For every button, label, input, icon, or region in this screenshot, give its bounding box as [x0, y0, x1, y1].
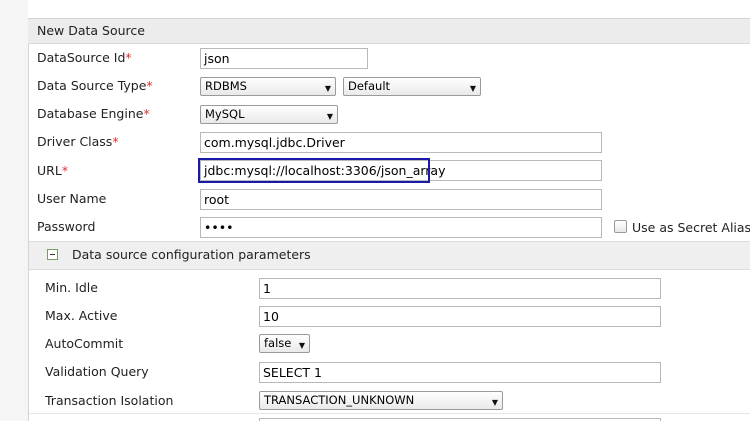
autocommit-label: AutoCommit [45, 336, 124, 351]
data-source-type-select[interactable]: RDBMS ▼ [200, 77, 336, 96]
validation-query-label: Validation Query [45, 364, 149, 379]
data-source-type-value: RDBMS [205, 79, 247, 93]
datasource-id-label: DataSource Id* [37, 50, 132, 65]
min-idle-label: Min. Idle [45, 280, 98, 295]
required-marker: * [61, 163, 69, 178]
minus-box-icon[interactable] [47, 249, 58, 260]
required-marker: * [125, 50, 132, 65]
max-active-label: Max. Active [45, 308, 118, 323]
caret-down-icon: ▼ [326, 112, 333, 121]
caret-down-icon: ▼ [298, 341, 305, 350]
data-source-type-label: Data Source Type* [37, 78, 153, 93]
validation-query-input[interactable]: SELECT 1 [259, 362, 661, 383]
max-active-input[interactable]: 10 [259, 306, 661, 327]
datasource-id-input[interactable]: json [200, 48, 368, 69]
url-label: URL* [37, 163, 68, 178]
required-marker: * [146, 78, 153, 93]
driver-class-input[interactable]: com.mysql.jdbc.Driver [200, 132, 602, 153]
autocommit-select[interactable]: false ▼ [259, 334, 310, 353]
url-label-text: URL [37, 163, 62, 178]
secret-alias-label: Use as Secret Alias [632, 220, 750, 235]
data-source-type-secondary-select[interactable]: Default ▼ [343, 77, 481, 96]
datasource-id-label-text: DataSource Id [37, 50, 126, 65]
config-section-title: Data source configuration parameters [72, 247, 311, 262]
required-marker: * [143, 106, 150, 121]
database-engine-label-text: Database Engine [37, 106, 144, 121]
url-highlight-box [198, 158, 430, 183]
driver-class-label: Driver Class* [37, 134, 119, 149]
caret-down-icon: ▼ [491, 398, 498, 407]
database-engine-label: Database Engine* [37, 106, 150, 121]
database-engine-value: MySQL [205, 107, 245, 121]
caret-down-icon: ▼ [324, 84, 331, 93]
data-source-type-secondary-value: Default [348, 79, 391, 93]
password-input[interactable]: •••• [200, 217, 602, 238]
row-autocommit [29, 329, 750, 358]
row-datasource-id [29, 44, 750, 73]
transaction-isolation-select[interactable]: TRANSACTION_UNKNOWN ▼ [259, 391, 503, 410]
min-idle-input[interactable]: 1 [259, 278, 661, 299]
transaction-isolation-label: Transaction Isolation [45, 393, 174, 408]
required-marker: * [112, 134, 119, 149]
driver-class-label-text: Driver Class [37, 134, 113, 149]
transaction-isolation-value: TRANSACTION_UNKNOWN [264, 393, 415, 407]
user-name-input[interactable]: root [200, 189, 602, 210]
caret-down-icon: ▼ [469, 84, 476, 93]
password-label: Password [37, 219, 96, 234]
autocommit-value: false [264, 336, 292, 350]
user-name-label: User Name [37, 191, 107, 206]
panel-title: New Data Source [37, 23, 145, 38]
page: New Data Source DataSource Id* json Data… [0, 0, 750, 421]
database-engine-select[interactable]: MySQL ▼ [200, 105, 338, 124]
data-source-type-label-text: Data Source Type [37, 78, 147, 93]
secret-alias-checkbox[interactable] [614, 220, 627, 233]
left-strip [0, 0, 28, 421]
